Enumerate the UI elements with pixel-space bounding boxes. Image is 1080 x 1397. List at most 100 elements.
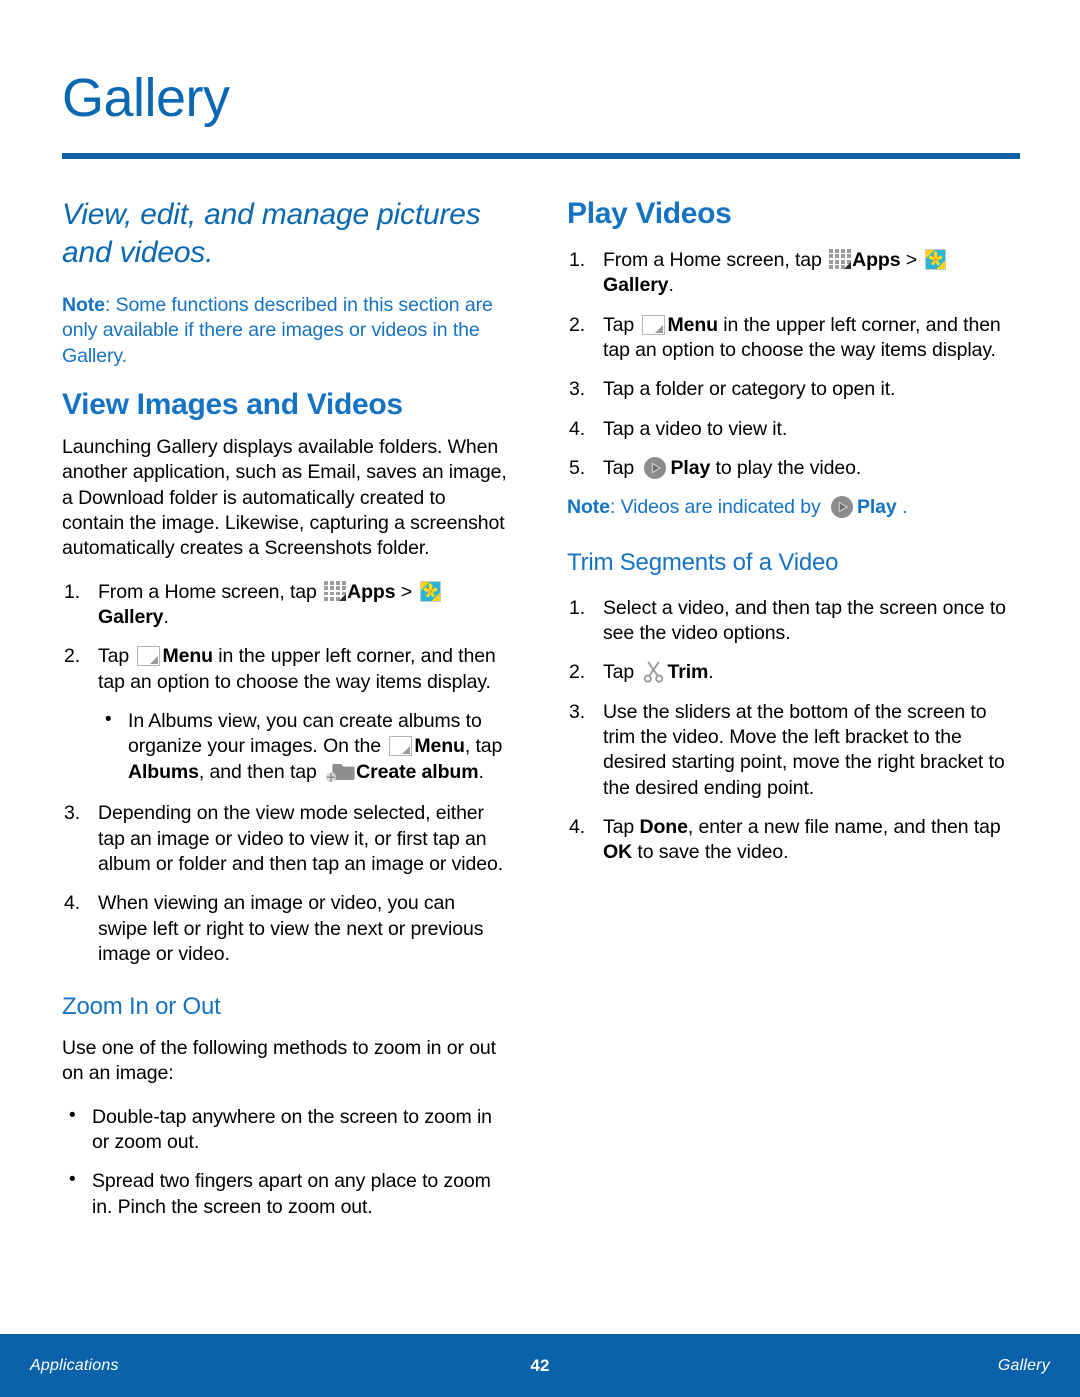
- list-item: Spread two fingers apart on any place to…: [62, 1168, 509, 1220]
- scissors-icon: [642, 661, 665, 683]
- step-text: Tap: [603, 313, 640, 336]
- play-icon: [830, 495, 854, 519]
- gallery-label: Gallery: [98, 606, 164, 629]
- play-videos-note: Note: Videos are indicated by Play .: [567, 495, 1014, 520]
- step-text: Tap: [98, 645, 135, 668]
- step-item: 4. Tap a video to view it.: [567, 417, 1014, 442]
- step-item: 5. Tap Play to play the video.: [567, 456, 1014, 481]
- section-title: View, edit, and manage pictures and vide…: [62, 198, 481, 269]
- step-text: Tap: [603, 661, 640, 684]
- step-text: Tap a video to view it.: [603, 417, 788, 440]
- menu-icon: [389, 736, 413, 757]
- bullet-text: , tap: [464, 735, 503, 758]
- page-header: Gallery: [62, 70, 1022, 127]
- step-text: , enter a new file name, and then tap: [687, 815, 1001, 838]
- albums-label: Albums: [128, 760, 199, 783]
- menu-icon: [642, 314, 666, 335]
- step-item: 4. When viewing an image or video, you ca…: [62, 891, 509, 967]
- step-number: 3.: [569, 700, 586, 723]
- step-item: 3. Tap a folder or category to open it.: [567, 377, 1014, 402]
- albums-bullet-list: In Albums view, you can create albums to…: [98, 708, 509, 785]
- menu-label: Menu: [667, 313, 718, 336]
- step-item: 1. Select a video, and then tap the scree…: [567, 596, 1014, 647]
- apps-grid-icon: [829, 249, 852, 269]
- footer-chapter-label: Gallery: [997, 1356, 1050, 1374]
- step-number: 2.: [569, 661, 586, 684]
- step-item: 4. Tap Done, enter a new file name, and t…: [567, 815, 1014, 866]
- step-number: 2.: [569, 313, 586, 336]
- note-text: : Some functions described in this secti…: [62, 294, 493, 367]
- step-text: Depending on the view mode selected, eit…: [98, 802, 504, 875]
- list-item: In Albums view, you can create albums to…: [98, 708, 509, 785]
- create-album-folder-icon: [325, 762, 355, 783]
- menu-label: Menu: [414, 735, 465, 758]
- step-separator: >: [395, 580, 418, 603]
- step-period: .: [668, 274, 674, 297]
- gallery-flower-icon: [420, 580, 442, 602]
- gallery-label: Gallery: [603, 274, 669, 297]
- list-item: Double-tap anywhere on the screen to zoo…: [62, 1104, 509, 1156]
- trim-label: Trim: [667, 661, 709, 684]
- step-text: Use the sliders at the bottom of the scr…: [603, 700, 1005, 799]
- note-label: Note: [567, 496, 610, 519]
- create-album-label: Create album: [356, 760, 479, 783]
- zoom-bullet-list: Double-tap anywhere on the screen to zoo…: [62, 1104, 509, 1220]
- step-text: Tap: [603, 815, 640, 838]
- step-item: 3. Depending on the view mode selected, e…: [62, 801, 509, 877]
- play-label: Play: [856, 496, 897, 519]
- step-item: 2. Tap Trim.: [567, 660, 1014, 685]
- step-text: to play the video.: [710, 457, 862, 480]
- heading-view-images-and-videos: View Images and Videos: [62, 388, 403, 422]
- done-label: Done: [639, 815, 688, 838]
- step-text: When viewing an image or video, you can …: [98, 892, 484, 965]
- apps-label: Apps: [347, 580, 396, 603]
- step-item: 1. From a Home screen, tap Apps > Gallery…: [62, 580, 509, 631]
- step-text: From a Home screen, tap: [98, 580, 323, 603]
- step-number: 3.: [64, 802, 81, 825]
- step-number: 1.: [569, 596, 586, 619]
- note-label: Note: [62, 294, 105, 316]
- step-text: Select a video, and then tap the screen …: [603, 596, 1006, 644]
- step-number: 3.: [569, 378, 586, 401]
- zoom-intro: Use one of the following methods to zoom…: [62, 1037, 496, 1085]
- menu-label: Menu: [162, 645, 213, 668]
- step-item: 3. Use the sliders at the bottom of the s…: [567, 700, 1014, 801]
- step-number: 1.: [64, 580, 81, 603]
- view-images-intro: Launching Gallery displays available fol…: [62, 436, 507, 560]
- ok-label: OK: [603, 841, 633, 864]
- header-divider: [62, 153, 1020, 159]
- note-text: : Videos are indicated by: [609, 496, 826, 519]
- heading-trim-segments: Trim Segments of a Video: [567, 548, 839, 576]
- left-column: View, edit, and manage pictures and vide…: [62, 196, 509, 1236]
- step-number: 1.: [569, 249, 586, 271]
- note-text: .: [896, 496, 908, 519]
- bullet-text: .: [478, 760, 484, 783]
- step-text: .: [708, 661, 714, 684]
- footer-page-number: 42: [530, 1355, 550, 1375]
- step-period: .: [163, 606, 169, 629]
- step-separator: >: [900, 249, 923, 271]
- step-text: Tap: [603, 457, 640, 480]
- step-number: 4.: [569, 815, 586, 838]
- heading-play-videos: Play Videos: [567, 197, 732, 230]
- view-images-steps: 1. From a Home screen, tap Apps > Gallery…: [62, 580, 509, 695]
- page-footer: Applications 42 Gallery: [0, 1334, 1080, 1397]
- section-note: Note: Some functions described in this s…: [62, 293, 509, 369]
- step-text: From a Home screen, tap: [603, 249, 828, 271]
- gallery-flower-icon: [925, 249, 947, 270]
- page-title: Gallery: [62, 68, 230, 128]
- play-icon: [643, 456, 667, 480]
- bullet-text: , and then tap: [198, 760, 323, 783]
- play-label: Play: [670, 457, 711, 480]
- step-number: 4.: [64, 892, 81, 915]
- step-text: to save the video.: [632, 841, 789, 864]
- trim-steps: 1. Select a video, and then tap the scree…: [567, 596, 1014, 866]
- step-number: 5.: [569, 457, 586, 480]
- step-number: 2.: [64, 645, 81, 668]
- right-column: Play Videos 1. From a Home screen, tap Ap…: [567, 196, 1014, 880]
- step-item: 2. Tap Menu in the upper left corner, and…: [62, 644, 509, 695]
- step-item: 2. Tap Menu in the upper left corner, and…: [567, 313, 1014, 364]
- step-text: Tap a folder or category to open it.: [603, 378, 896, 401]
- apps-grid-icon: [324, 580, 347, 601]
- step-item: 1. From a Home screen, tap Apps > Gallery…: [567, 248, 1014, 299]
